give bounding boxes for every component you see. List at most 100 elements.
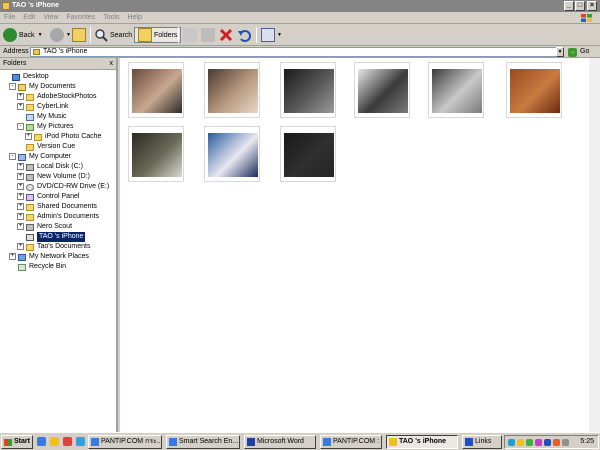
tray-media-icon[interactable] bbox=[535, 439, 542, 446]
close-button[interactable]: × bbox=[587, 1, 597, 11]
links-icon bbox=[465, 438, 473, 446]
tree-expander[interactable]: + bbox=[17, 223, 24, 230]
tree-expander[interactable]: + bbox=[17, 183, 24, 190]
tree-item[interactable]: Tao's Documents bbox=[26, 242, 90, 252]
toolbar-separator bbox=[256, 27, 257, 43]
tray-update-icon[interactable] bbox=[526, 439, 533, 446]
vertical-scrollbar[interactable] bbox=[589, 58, 600, 432]
tree-expander[interactable]: + bbox=[17, 103, 24, 110]
undo-button[interactable] bbox=[237, 27, 253, 43]
tree-item[interactable]: My Network Places bbox=[18, 252, 89, 262]
menu-edit[interactable]: Edit bbox=[19, 12, 39, 24]
up-folder-button[interactable] bbox=[72, 27, 88, 43]
tree-item[interactable]: AdobeStockPhotos bbox=[26, 92, 97, 102]
go-button[interactable]: → Go bbox=[568, 47, 589, 57]
tree-item[interactable]: Control Panel bbox=[26, 192, 79, 202]
tree-expander[interactable]: + bbox=[17, 163, 24, 170]
tree-expander[interactable]: - bbox=[9, 153, 16, 160]
tree-item[interactable]: iPod Photo Cache bbox=[34, 132, 101, 142]
tree-expander[interactable]: - bbox=[17, 123, 24, 130]
tree-item[interactable]: My Computer bbox=[18, 152, 71, 162]
tray-network-icon[interactable] bbox=[508, 439, 515, 446]
photo-thumb-4[interactable] bbox=[354, 62, 410, 118]
address-dropdown-button[interactable]: ▼ bbox=[556, 47, 564, 57]
delete-button[interactable] bbox=[219, 27, 235, 43]
tree-item[interactable]: My Documents bbox=[18, 82, 76, 92]
tree-item-label: CyberLink bbox=[37, 103, 69, 110]
tree-expander[interactable]: + bbox=[17, 93, 24, 100]
tree-item[interactable]: CyberLink bbox=[26, 102, 69, 112]
tree-item[interactable]: TAO 's iPhone bbox=[26, 232, 86, 242]
photo-thumb-7[interactable] bbox=[128, 126, 184, 182]
tree-item-label: My Documents bbox=[29, 83, 76, 90]
photo-thumb-5[interactable] bbox=[428, 62, 484, 118]
menu-favorites[interactable]: Favorites bbox=[62, 12, 99, 24]
forward-button[interactable]: ▼ bbox=[50, 27, 71, 43]
taskbar-button[interactable]: Smart Search En... bbox=[166, 435, 240, 449]
search-button[interactable]: Search bbox=[94, 27, 132, 43]
links-toolbar[interactable]: Links bbox=[462, 435, 502, 449]
taskbar-button[interactable]: PANTIP.COM กระ... bbox=[88, 435, 162, 449]
tree-item[interactable]: Desktop bbox=[12, 72, 49, 82]
tree-expander[interactable]: + bbox=[25, 133, 32, 140]
photo-thumb-6[interactable] bbox=[506, 62, 562, 118]
photo-thumb-9[interactable] bbox=[280, 126, 336, 182]
taskbar-button[interactable]: TAO 's iPhone bbox=[386, 435, 458, 449]
menu-view[interactable]: View bbox=[39, 12, 62, 24]
tree-item[interactable]: Nero Scout bbox=[26, 222, 72, 232]
folders-button[interactable]: Folders bbox=[134, 27, 182, 43]
taskbar-button[interactable]: PANTIP.COM : T... bbox=[320, 435, 382, 449]
tree-expander[interactable]: + bbox=[17, 213, 24, 220]
tree-item[interactable]: Shared Documents bbox=[26, 202, 97, 212]
tree-item[interactable]: Admin's Documents bbox=[26, 212, 99, 222]
views-button[interactable]: ▼ bbox=[261, 27, 282, 43]
tree-item[interactable]: New Volume (D:) bbox=[26, 172, 90, 182]
tree-expander[interactable]: + bbox=[17, 203, 24, 210]
photo-thumb-3[interactable] bbox=[280, 62, 336, 118]
address-input[interactable]: TAO 's iPhone bbox=[30, 47, 564, 57]
taskbar-button[interactable]: Microsoft Word bbox=[244, 435, 316, 449]
folder-icon bbox=[26, 103, 34, 111]
tray-bluetooth-icon[interactable] bbox=[544, 439, 551, 446]
move-to-button[interactable] bbox=[183, 27, 199, 43]
photo-thumb-2[interactable] bbox=[204, 62, 260, 118]
tray-messenger-icon[interactable] bbox=[517, 439, 524, 446]
chevron-down-icon: ▼ bbox=[37, 32, 43, 38]
menu-help[interactable]: Help bbox=[124, 12, 146, 24]
taskbar: Start PANTIP.COM กระ... Smart Search En..… bbox=[0, 432, 600, 450]
tree-expander[interactable]: + bbox=[17, 173, 24, 180]
windows-logo-icon bbox=[581, 14, 592, 22]
folder-icon bbox=[26, 93, 34, 101]
desktop-quicklaunch-icon[interactable] bbox=[76, 437, 85, 446]
photo-thumb-1[interactable] bbox=[128, 62, 184, 118]
ie-quicklaunch-icon[interactable] bbox=[37, 437, 46, 446]
start-button[interactable]: Start bbox=[1, 435, 33, 449]
minimize-button[interactable]: _ bbox=[564, 1, 574, 11]
media-quicklaunch-icon[interactable] bbox=[63, 437, 72, 446]
clock: 5:25 bbox=[580, 438, 594, 445]
tray-volume-icon[interactable] bbox=[553, 439, 560, 446]
tree-expander[interactable]: + bbox=[9, 253, 16, 260]
close-pane-icon[interactable]: x bbox=[110, 58, 114, 70]
tree-expander[interactable]: + bbox=[17, 243, 24, 250]
tree-item-label: New Volume (D:) bbox=[37, 173, 90, 180]
tree-expander[interactable]: + bbox=[17, 193, 24, 200]
photo-thumb-8[interactable] bbox=[204, 126, 260, 182]
tree-item[interactable]: DVD/CD-RW Drive (E:) bbox=[26, 182, 109, 192]
folder-icon bbox=[26, 203, 34, 211]
tree-item-label: Local Disk (C:) bbox=[37, 163, 83, 170]
tree-item[interactable]: My Music bbox=[26, 112, 67, 122]
maximize-button[interactable]: □ bbox=[575, 1, 585, 11]
tray-usb-icon[interactable] bbox=[562, 439, 569, 446]
photo-image bbox=[208, 69, 258, 113]
back-button[interactable]: Back ▼ bbox=[3, 27, 43, 43]
tree-item[interactable]: Local Disk (C:) bbox=[26, 162, 83, 172]
tree-expander[interactable]: - bbox=[9, 83, 16, 90]
tree-item[interactable]: Version Cue bbox=[26, 142, 75, 152]
tree-item[interactable]: Recycle Bin bbox=[18, 262, 66, 272]
tree-item[interactable]: My Pictures bbox=[26, 122, 74, 132]
messenger-quicklaunch-icon[interactable] bbox=[50, 437, 59, 446]
menu-tools[interactable]: Tools bbox=[99, 12, 123, 24]
menu-file[interactable]: File bbox=[0, 12, 19, 24]
copy-to-button[interactable] bbox=[201, 27, 217, 43]
